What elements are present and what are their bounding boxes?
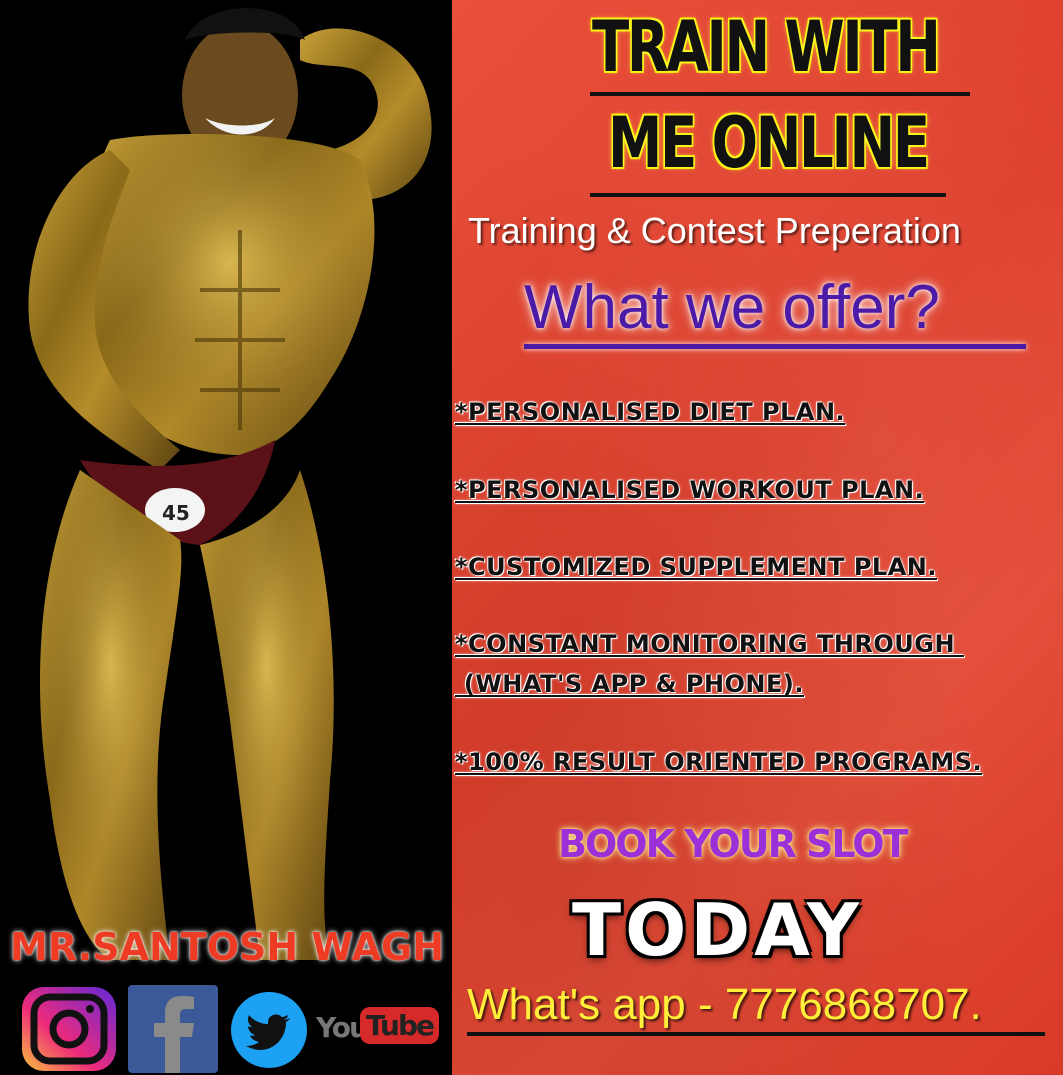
- bodybuilder-photo: 45: [28, 8, 432, 960]
- feature-diet: *PERSONALISED DIET PLAN.: [455, 398, 846, 426]
- subtitle: Training & Contest Preperation: [468, 210, 961, 251]
- trainer-name: MR.SANTOSH WAGH: [10, 925, 445, 969]
- youtube-text-tube: Tube: [360, 1007, 439, 1044]
- facebook-icon[interactable]: [128, 985, 218, 1073]
- offer-heading: What we offer?: [524, 273, 940, 342]
- headline-line2: ME ONLINE: [608, 102, 930, 184]
- poster: 45 MR.SANTOSH WAGH You Tube TRAIN WITH M…: [0, 0, 1063, 1075]
- feature-workout: *PERSONALISED WORKOUT PLAN.: [455, 476, 925, 504]
- feature-monitoring: *CONSTANT MONITORING THROUGH: [455, 630, 964, 658]
- book-slot-text: BOOK YOUR SLOT: [558, 822, 909, 866]
- twitter-icon[interactable]: [228, 990, 310, 1070]
- headline-line1: TRAIN WITH: [592, 6, 941, 88]
- instagram-icon[interactable]: [20, 985, 118, 1073]
- feature-results: *100% RESULT ORIENTED PROGRAMS.: [455, 748, 983, 776]
- today-text: TODAY: [572, 888, 864, 972]
- social-icons: You Tube: [20, 985, 440, 1075]
- youtube-icon[interactable]: You Tube: [316, 1007, 439, 1055]
- svg-text:45: 45: [162, 501, 190, 525]
- headline-underline-2: [590, 193, 946, 197]
- whatsapp-contact[interactable]: What's app - 7776868707.: [467, 980, 982, 1030]
- offer-underline: [524, 344, 1026, 349]
- whatsapp-underline: [467, 1032, 1045, 1036]
- feature-monitoring-detail: (WHAT'S APP & PHONE).: [455, 670, 804, 698]
- headline-underline-1: [590, 92, 970, 96]
- left-panel: 45 MR.SANTOSH WAGH You Tube: [0, 0, 452, 1075]
- feature-supplement: *CUSTOMIZED SUPPLEMENT PLAN.: [455, 553, 937, 581]
